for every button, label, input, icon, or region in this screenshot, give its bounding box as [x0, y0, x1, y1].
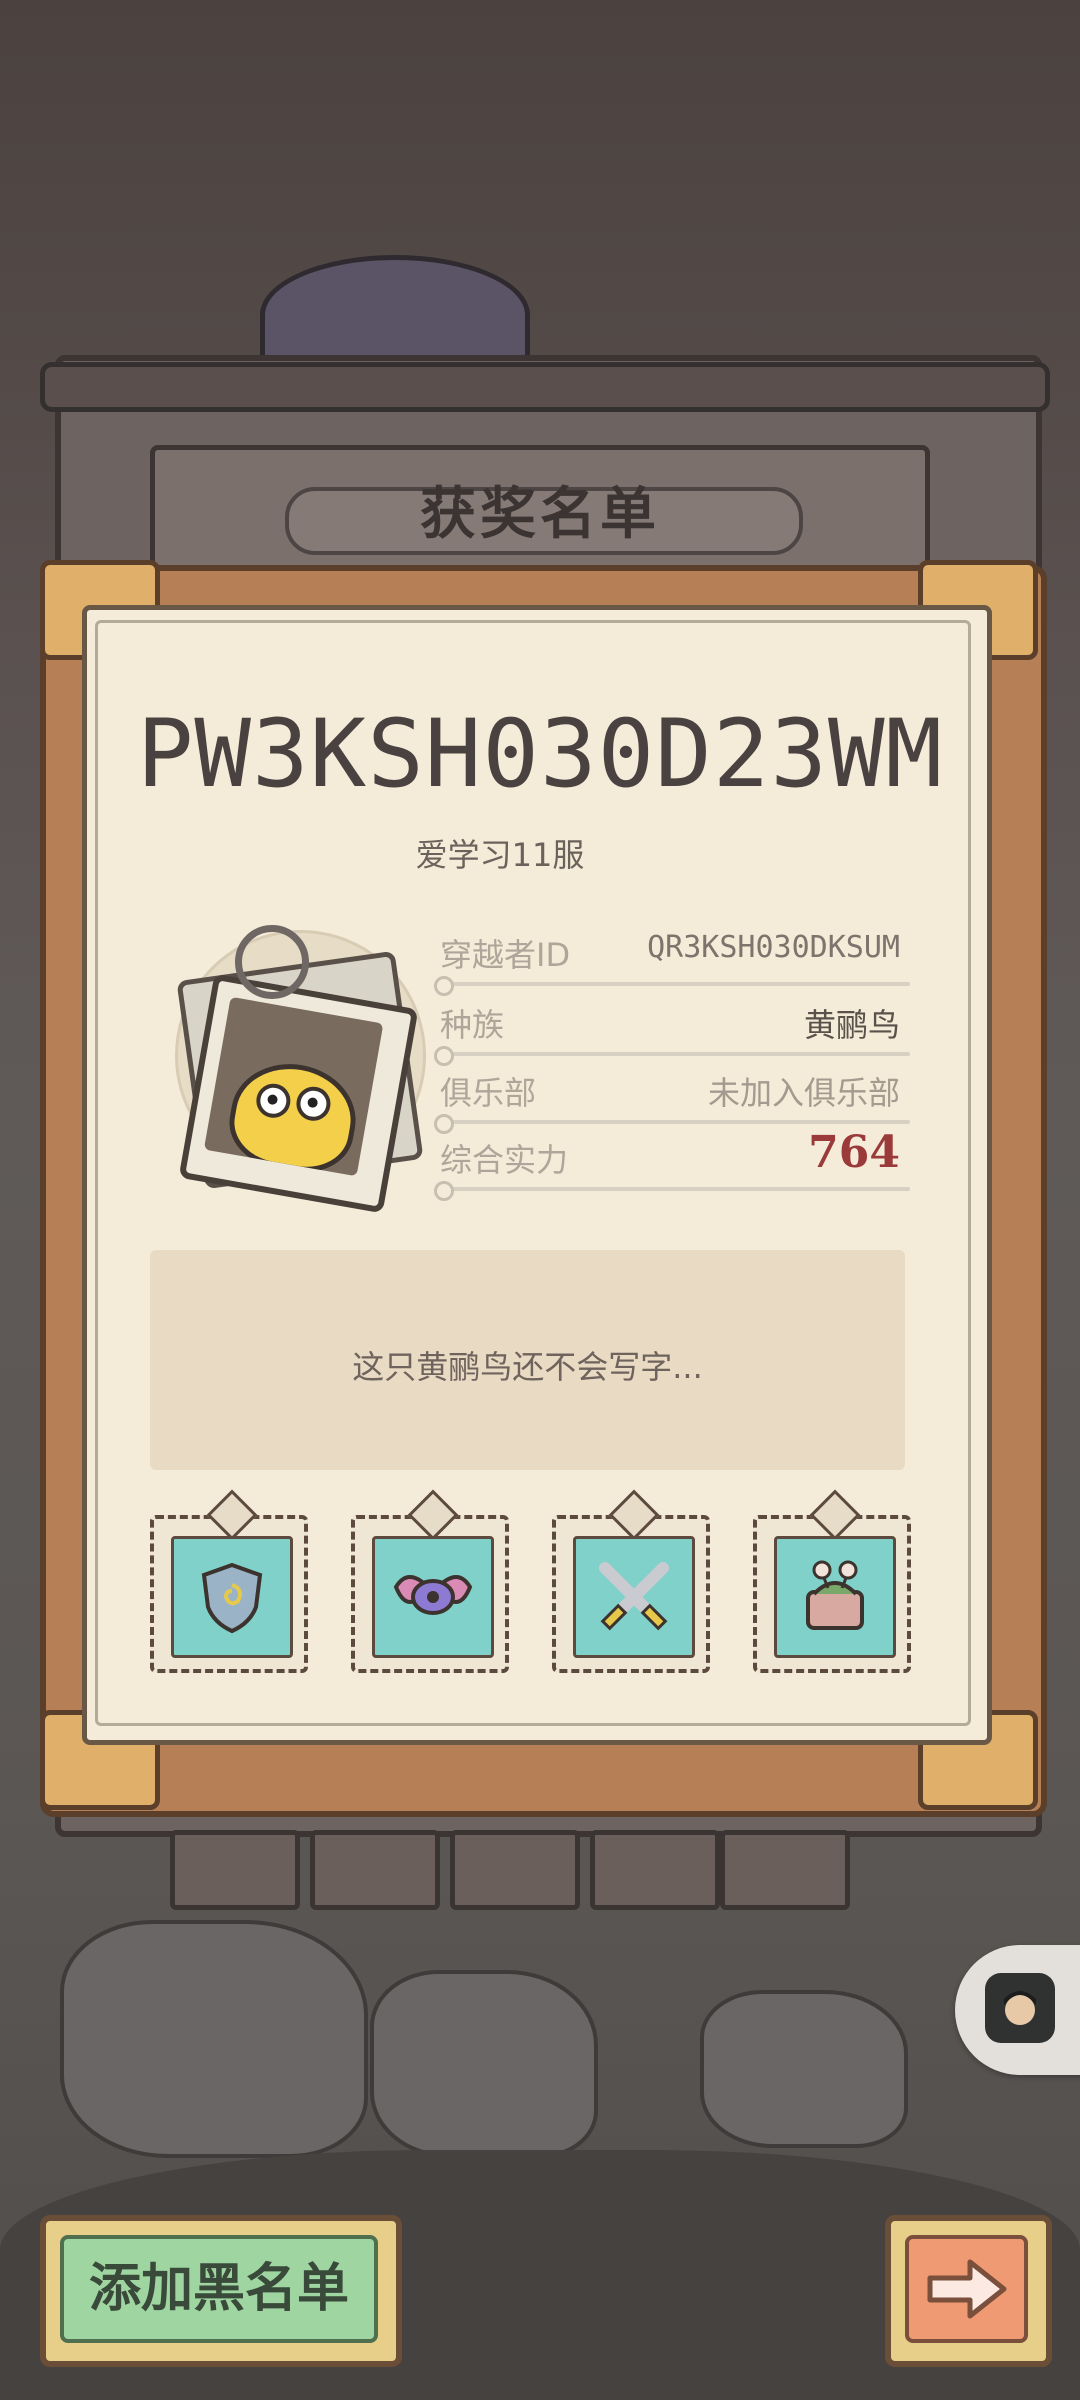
bird-eye: [253, 1081, 294, 1121]
player-avatar: [178, 973, 419, 1214]
info-label: 穿越者ID: [440, 936, 571, 974]
background-rock: [60, 1920, 368, 2158]
next-button-face: [905, 2235, 1028, 2343]
background-rock: [370, 1970, 598, 2158]
server-name: 爱学习11服: [415, 836, 585, 874]
badge-snail-creature[interactable]: [753, 1489, 911, 1673]
floating-assistant-button[interactable]: [955, 1945, 1080, 2075]
bio-box: 这只黄鹂鸟还不会写字...: [150, 1250, 905, 1470]
badge-image: [573, 1536, 695, 1658]
background-slot: [450, 1830, 580, 1910]
divider: [440, 1052, 910, 1056]
bio-text: 这只黄鹂鸟还不会写字...: [352, 1348, 703, 1386]
info-label: 综合实力: [440, 1141, 569, 1179]
badge-winged-eye[interactable]: [351, 1489, 509, 1673]
divider: [440, 982, 910, 986]
info-label: 种族: [440, 1006, 505, 1044]
snail-creature-badge-icon: [806, 1560, 864, 1630]
background-slot: [310, 1830, 440, 1910]
avatar-image: [203, 996, 384, 1177]
next-button[interactable]: [885, 2215, 1052, 2367]
background-slot: [720, 1830, 850, 1910]
divider-dot: [434, 1046, 454, 1066]
background-rock: [700, 1990, 908, 2148]
add-blacklist-button[interactable]: 添加黑名单: [40, 2215, 402, 2367]
character-face-icon: [1004, 1991, 1036, 2025]
badge-image: [372, 1536, 494, 1658]
badge-image: [171, 1536, 293, 1658]
info-row-club: 俱乐部 未加入俱乐部: [434, 1068, 910, 1134]
arrow-right-icon: [927, 2259, 1006, 2319]
divider: [440, 1120, 910, 1124]
divider-dot: [434, 1181, 454, 1201]
divider-dot: [434, 976, 454, 996]
badge-crossed-swords[interactable]: [552, 1489, 710, 1673]
page-title: 获奖名单: [420, 482, 660, 547]
background-slot: [170, 1830, 300, 1910]
paper-clip-icon: [235, 925, 309, 999]
winged-eye-badge-icon: [393, 1575, 473, 1615]
info-value: QR3KSH030DKSUM: [647, 930, 900, 965]
bird-eye: [293, 1084, 334, 1124]
add-blacklist-label: 添加黑名单: [60, 2235, 378, 2343]
power-value: 764: [808, 1127, 900, 1178]
info-label: 俱乐部: [440, 1074, 537, 1112]
divider: [440, 1187, 910, 1191]
player-name: PW3KSH030D23WM: [136, 700, 944, 809]
info-row-traveler-id: 穿越者ID QR3KSH030DKSUM: [434, 930, 910, 996]
assistant-avatar-icon: [985, 1973, 1055, 2043]
info-row-race: 种族 黄鹂鸟: [434, 1000, 910, 1066]
background-slot: [590, 1830, 720, 1910]
shield-badge-icon: [201, 1562, 263, 1634]
crossed-swords-badge-icon: [599, 1562, 669, 1631]
badge-shield[interactable]: [150, 1489, 308, 1673]
info-row-power: 综合实力 764: [434, 1127, 910, 1201]
oriole-bird-icon: [222, 1054, 365, 1177]
badge-image: [774, 1536, 896, 1658]
info-value: 未加入俱乐部: [707, 1074, 900, 1112]
info-value: 黄鹂鸟: [803, 1006, 900, 1044]
divider-dot: [434, 1114, 454, 1134]
board-rod: [40, 362, 1050, 412]
